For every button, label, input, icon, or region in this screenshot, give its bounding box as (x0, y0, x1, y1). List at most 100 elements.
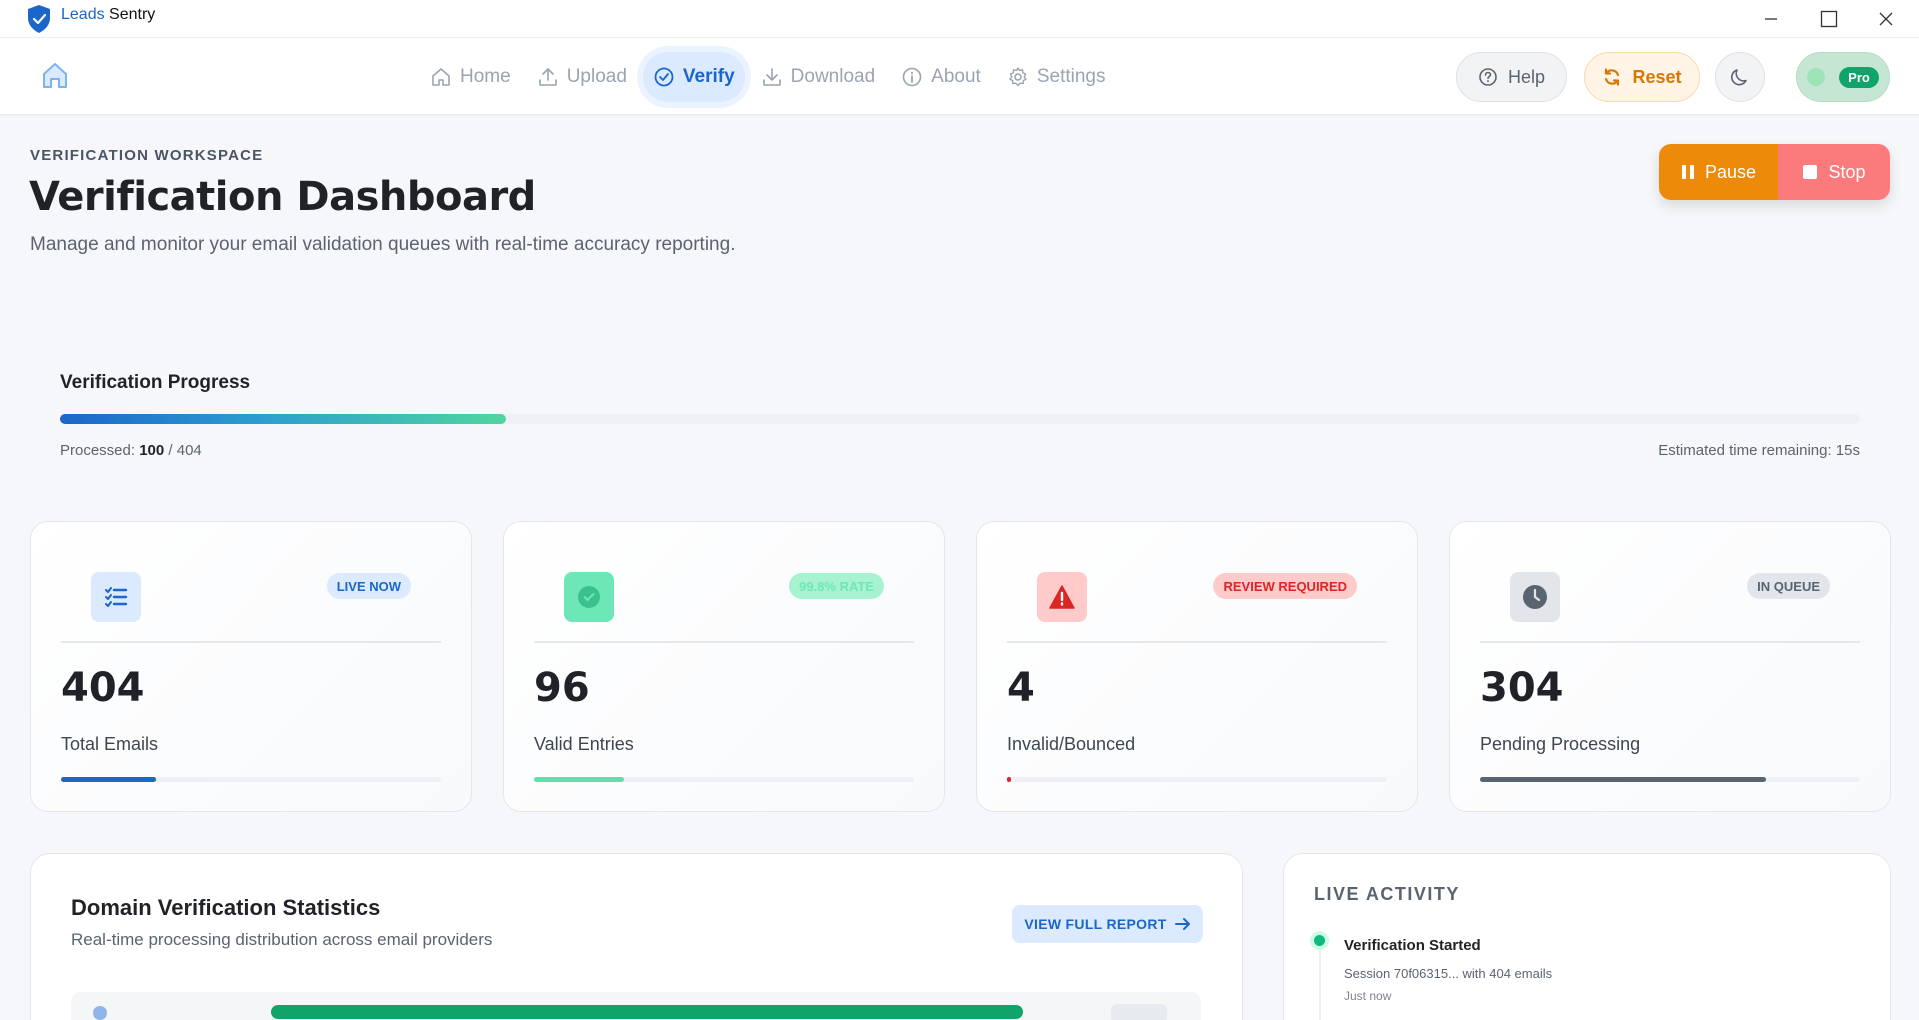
stop-label: Stop (1828, 161, 1866, 182)
nav-download[interactable]: Download (751, 52, 886, 102)
close-window-button[interactable] (1857, 0, 1915, 38)
nav-settings[interactable]: Settings (997, 52, 1116, 102)
pause-icon (1681, 165, 1694, 179)
page-subtitle: Manage and monitor your email validation… (30, 234, 736, 255)
activity-event-title: Verification Started (1344, 937, 1481, 954)
stat-progress-fill (534, 777, 625, 782)
nav-home[interactable]: Home (420, 52, 521, 102)
upload-icon (538, 68, 557, 86)
progress-fill (60, 414, 507, 424)
divider (1480, 641, 1860, 643)
domain-progress-bar (271, 1005, 1023, 1019)
help-button[interactable]: Help (1456, 52, 1567, 102)
pause-button[interactable]: Pause (1659, 144, 1778, 200)
timeline-line (1319, 936, 1321, 1020)
maximize-icon (1820, 10, 1838, 28)
stat-label: Invalid/Bounced (1007, 734, 1136, 754)
stat-value: 96 (534, 665, 590, 711)
stat-card-total: LIVE NOW 404 Total Emails (30, 521, 472, 812)
stat-label: Total Emails (61, 734, 159, 754)
stat-card-valid: 99.8% RATE 96 Valid Entries (503, 521, 945, 812)
domain-stats-title: Domain Verification Statistics (71, 895, 381, 920)
arrow-right-icon (1174, 918, 1190, 930)
help-label: Help (1507, 66, 1546, 87)
nav-about-label: About (931, 66, 981, 87)
info-icon (902, 67, 922, 87)
nav-upload[interactable]: Upload (527, 52, 637, 102)
workspace-eyebrow: VERIFICATION WORKSPACE (30, 147, 264, 164)
stat-label: Valid Entries (534, 734, 634, 754)
live-activity-panel: LIVE ACTIVITY Verification Started Sessi… (1283, 853, 1891, 1020)
reset-button[interactable]: Reset (1584, 52, 1700, 102)
progress-title: Verification Progress (60, 372, 251, 393)
home-icon (43, 63, 67, 88)
progress-track (60, 414, 1860, 424)
status-badge: LIVE NOW (326, 573, 411, 599)
provider-icon (93, 1006, 107, 1020)
activity-status-dot (1314, 935, 1325, 946)
refresh-icon (1605, 68, 1620, 86)
domain-stats-panel: Domain Verification Statistics Real-time… (30, 853, 1243, 1020)
domain-stats-subtitle: Real-time processing distribution across… (71, 930, 493, 949)
stat-progress-bar (1007, 777, 1387, 782)
pro-badge: Pro (1839, 66, 1879, 88)
dark-mode-toggle[interactable] (1715, 52, 1765, 102)
divider (534, 641, 914, 643)
pause-label: Pause (1704, 161, 1757, 182)
stat-progress-fill (61, 777, 156, 782)
warning-icon (1037, 572, 1087, 622)
domain-count-pill (1111, 1004, 1167, 1020)
gear-icon (1009, 67, 1027, 87)
shield-logo-icon (28, 5, 50, 33)
home-shortcut-button[interactable] (38, 58, 72, 92)
clock-icon (1510, 572, 1560, 622)
eta-text: Estimated time remaining: 15s (1658, 442, 1860, 459)
stat-label: Pending Processing (1480, 734, 1641, 754)
status-badge: 99.8% RATE (789, 573, 884, 599)
view-full-report-button[interactable]: VIEW FULL REPORT (1012, 905, 1203, 943)
status-dot (1807, 68, 1826, 86)
divider (61, 641, 441, 643)
view-full-report-label: VIEW FULL REPORT (1024, 916, 1167, 932)
nav-download-label: Download (790, 66, 876, 87)
stop-button[interactable]: Stop (1778, 144, 1890, 200)
domain-row (71, 992, 1201, 1020)
stat-card-pending: IN QUEUE 304 Pending Processing (1449, 521, 1891, 812)
live-activity-title: LIVE ACTIVITY (1314, 884, 1460, 904)
nav-settings-label: Settings (1036, 66, 1106, 87)
run-controls: Pause Stop (1659, 144, 1890, 200)
stat-value: 404 (61, 665, 145, 711)
check-badge-icon (564, 572, 614, 622)
status-badge: REVIEW REQUIRED (1213, 573, 1357, 599)
pro-toggle[interactable]: Pro (1796, 52, 1890, 102)
stat-progress-fill (1480, 777, 1766, 782)
maximize-button[interactable] (1800, 0, 1858, 38)
navigation-bar: Home Upload Verify Download About Settin… (0, 38, 1919, 115)
reset-label: Reset (1632, 66, 1682, 87)
stat-progress-fill (1007, 777, 1011, 782)
nav-verify[interactable]: Verify (642, 52, 745, 102)
status-badge: IN QUEUE (1747, 573, 1830, 599)
nav-upload-label: Upload (566, 66, 627, 87)
title-bar: Leads Sentry (0, 0, 1919, 38)
check-circle-icon (654, 67, 674, 87)
question-icon (1479, 68, 1497, 86)
nav-about[interactable]: About (891, 52, 991, 102)
stat-progress-bar (1480, 777, 1860, 782)
stat-progress-bar (534, 777, 914, 782)
nav-home-label: Home (460, 66, 511, 87)
activity-event-time: Just now (1344, 989, 1392, 1003)
minimize-button[interactable] (1742, 0, 1800, 38)
stop-icon (1803, 165, 1818, 179)
page-title: Verification Dashboard (29, 174, 536, 220)
list-check-icon (91, 572, 141, 622)
home-icon (432, 68, 450, 86)
stat-value: 4 (1007, 665, 1035, 711)
stat-card-invalid: REVIEW REQUIRED 4 Invalid/Bounced (976, 521, 1418, 812)
activity-event-description: Session 70f06315... with 404 emails (1344, 966, 1553, 981)
nav-tabs: Home Upload Verify Download About Settin… (420, 52, 1115, 102)
processed-count: Processed: 100 / 404 (60, 442, 202, 459)
close-icon (1879, 12, 1893, 26)
app-title: Leads Sentry (61, 6, 156, 23)
nav-verify-label: Verify (682, 66, 735, 87)
